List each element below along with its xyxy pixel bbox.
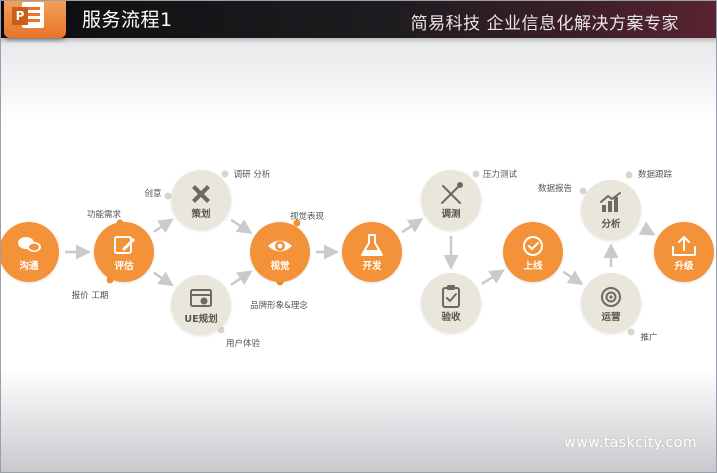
annotation-label: 推广 [640, 332, 657, 343]
slide: P 服务流程1 简易科技 企业信息化解决方案专家 沟通 评估 策划 UE规划 视觉 开发 调… [0, 0, 717, 473]
node-circle [421, 170, 481, 230]
process-node-fenxi: 分析 [581, 180, 641, 240]
annotation-label: 功能需求 [87, 209, 122, 220]
flow-arrow [230, 218, 253, 234]
flow-arrow [480, 269, 505, 286]
process-node-tiaoce: 调测 [421, 170, 481, 230]
annotation-dot [163, 191, 173, 201]
annotation-label: 报价 工期 [72, 290, 109, 301]
node-label: 调测 [441, 208, 461, 220]
node-label: 验收 [441, 311, 461, 323]
node-label: UE规划 [184, 313, 217, 325]
annotation-label: 用户体验 [226, 338, 261, 349]
annotation-dot [471, 169, 481, 179]
process-node-yanshou: 验收 [421, 273, 481, 333]
node-label: 策划 [190, 208, 210, 220]
flow-arrow [230, 270, 253, 286]
flow-arrow [638, 221, 656, 236]
node-label: 开发 [362, 260, 382, 272]
node-circle [421, 273, 481, 333]
flow-arrow [401, 218, 424, 234]
slide-title: 服务流程1 [82, 9, 173, 31]
process-node-shangxian: 上线 [503, 222, 563, 282]
process-flow-svg: 沟通 评估 策划 UE规划 视觉 开发 调测验收 上线运营 分析升级 功能需求报价 工期 创意 调研… [0, 169, 714, 349]
company-tagline: 简易科技 企业信息化解决方案专家 [410, 14, 679, 34]
annotation-label: 数据跟踪 [638, 169, 673, 180]
process-diagram: 沟通 评估 策划 UE规划 视觉 开发 调测验收 上线运营 分析升级 功能需求报价 工期 创意 调研… [0, 124, 717, 372]
annotation-dot [626, 327, 636, 337]
node-label: 上线 [523, 260, 543, 272]
node-label: 升级 [674, 260, 694, 272]
annotation-label: 数据报告 [538, 183, 572, 194]
powerpoint-icon: P [4, 0, 66, 38]
process-node-shengji: 升级 [654, 222, 714, 282]
process-node-yunying: 运营 [581, 273, 641, 333]
node-label: 视觉 [270, 260, 290, 272]
annotation-label: 创意 [144, 188, 161, 199]
annotation-dot [220, 169, 230, 179]
node-circle [171, 170, 231, 230]
node-circle [0, 222, 59, 282]
watermark: www.taskcity.com [564, 435, 697, 451]
annotation-label: 视觉表现 [290, 211, 325, 222]
process-node-goutong: 沟通 [0, 222, 59, 282]
node-circle [654, 222, 714, 282]
annotation-label: 品牌形象&理念 [250, 300, 308, 311]
process-node-shijue: 视觉 [250, 222, 310, 282]
process-node-ueguihua: UE规划 [171, 275, 231, 335]
process-node-pinggu: 评估 [94, 222, 154, 282]
node-circle [250, 222, 310, 282]
flow-arrow [153, 218, 174, 234]
node-label: 沟通 [19, 260, 39, 272]
flow-arrow [152, 271, 174, 287]
process-node-cehua: 策划 [171, 170, 231, 230]
node-circle [503, 222, 563, 282]
flow-arrow [562, 270, 584, 285]
node-label: 运营 [601, 311, 621, 323]
process-nodes: 沟通 评估 策划 UE规划 视觉 开发 调测验收 上线运营 分析升级 [0, 170, 714, 335]
title-bar-shadow [0, 38, 717, 44]
node-label: 评估 [114, 260, 134, 272]
process-node-kaifa: 开发 [342, 222, 402, 282]
node-label: 分析 [601, 218, 621, 230]
annotation-label: 调研 分析 [234, 169, 271, 180]
annotation-label: 压力测试 [483, 169, 518, 180]
annotation-dot [624, 170, 634, 180]
node-circle [581, 273, 641, 333]
